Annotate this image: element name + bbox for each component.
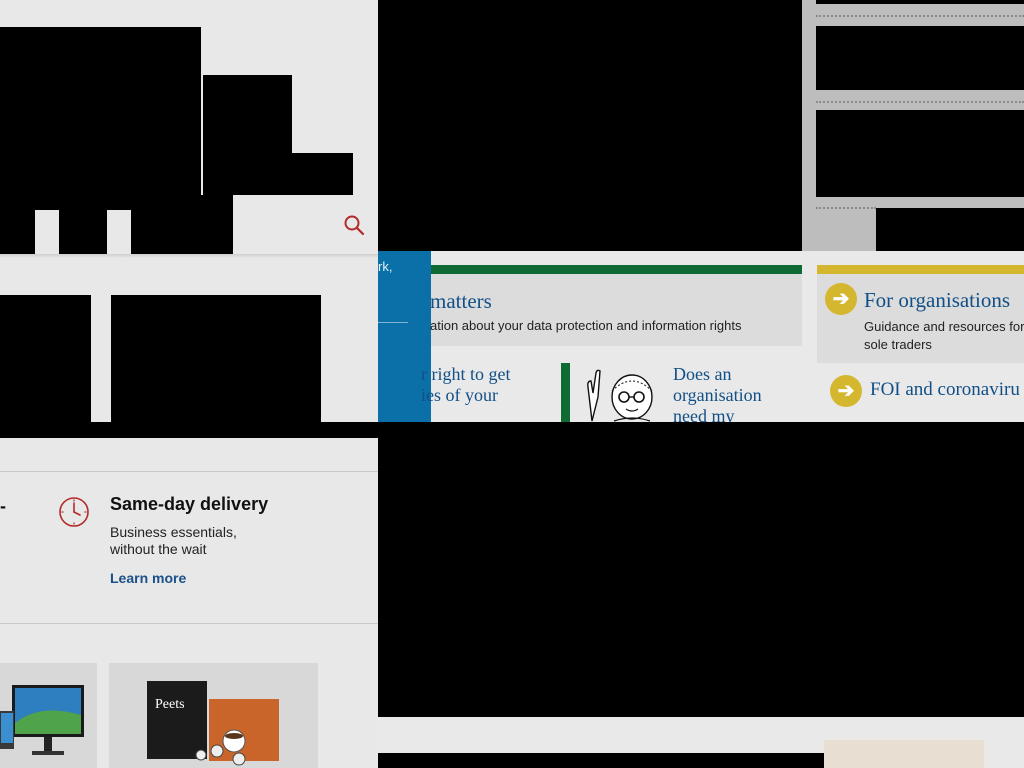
tile-brand-text: Peets — [155, 697, 185, 712]
card-accent-green — [431, 265, 802, 274]
dotted-divider — [816, 101, 1024, 103]
card-for-organisations-title[interactable]: For organisations — [864, 288, 1010, 313]
link-organisation-need-my[interactable]: Does an organisation need my — [673, 364, 783, 422]
redacted-promo[interactable] — [0, 295, 91, 422]
header-shadow — [0, 254, 378, 258]
divider — [0, 623, 378, 624]
arrow-right-icon[interactable]: ➔ — [825, 283, 857, 315]
redacted-band — [0, 422, 378, 438]
redacted-block — [203, 75, 292, 195]
learn-more-link[interactable]: Learn more — [110, 570, 186, 586]
card-for-organisations-description: Guidance and resources for sole traders — [864, 319, 1024, 352]
redacted-block — [0, 195, 233, 210]
card-your-data-title[interactable]: matters — [430, 289, 492, 314]
divider — [0, 471, 378, 472]
info-rights-section: rk, matters ation about your data protec… — [378, 251, 1024, 422]
link-accent-green — [561, 363, 570, 422]
feature-title: Same-day delivery — [110, 494, 269, 514]
coffee-product-image: Peets — [147, 681, 279, 766]
link-foi-coronavirus[interactable]: FOI and coronaviru — [870, 379, 1020, 401]
redacted-nav-item[interactable] — [0, 210, 35, 255]
redacted-block — [816, 0, 1024, 4]
bottom-section — [378, 717, 1024, 768]
beige-panel — [824, 740, 984, 768]
redacted-link-block[interactable] — [876, 208, 1024, 251]
dotted-divider — [816, 207, 876, 209]
feature-description: Business essentials, without the wait — [110, 524, 237, 557]
card-your-data-description: ation about your data protection and inf… — [430, 318, 742, 333]
office-supply-page: - Same-day delivery Business essentials,… — [0, 0, 378, 768]
card-accent-yellow — [817, 265, 1024, 274]
product-tile-coffee[interactable]: Peets — [109, 663, 318, 768]
blue-panel-divider — [378, 322, 408, 323]
product-tile-monitor[interactable] — [0, 663, 97, 768]
professor-illustration — [587, 369, 653, 422]
redacted-nav-item[interactable] — [131, 210, 233, 255]
right-sidebar — [802, 0, 1024, 251]
redacted-block — [378, 753, 824, 768]
link-right-to-copies[interactable]: r right to get ies of your — [421, 364, 551, 406]
arrow-right-icon[interactable]: ➔ — [830, 375, 862, 407]
dotted-divider — [816, 15, 1024, 17]
feature-title-cut: - — [0, 496, 6, 516]
monitor-image — [0, 685, 84, 755]
redacted-promo[interactable] — [111, 295, 321, 422]
redacted-nav-item[interactable] — [59, 210, 107, 255]
redacted-logo-block — [0, 27, 201, 195]
clock-icon — [59, 497, 89, 527]
blue-panel-text: rk, — [378, 259, 393, 274]
redacted-link-block[interactable] — [816, 26, 1024, 90]
redacted-block — [290, 153, 353, 195]
redacted-link-block[interactable] — [816, 110, 1024, 197]
search-icon[interactable] — [342, 213, 366, 237]
